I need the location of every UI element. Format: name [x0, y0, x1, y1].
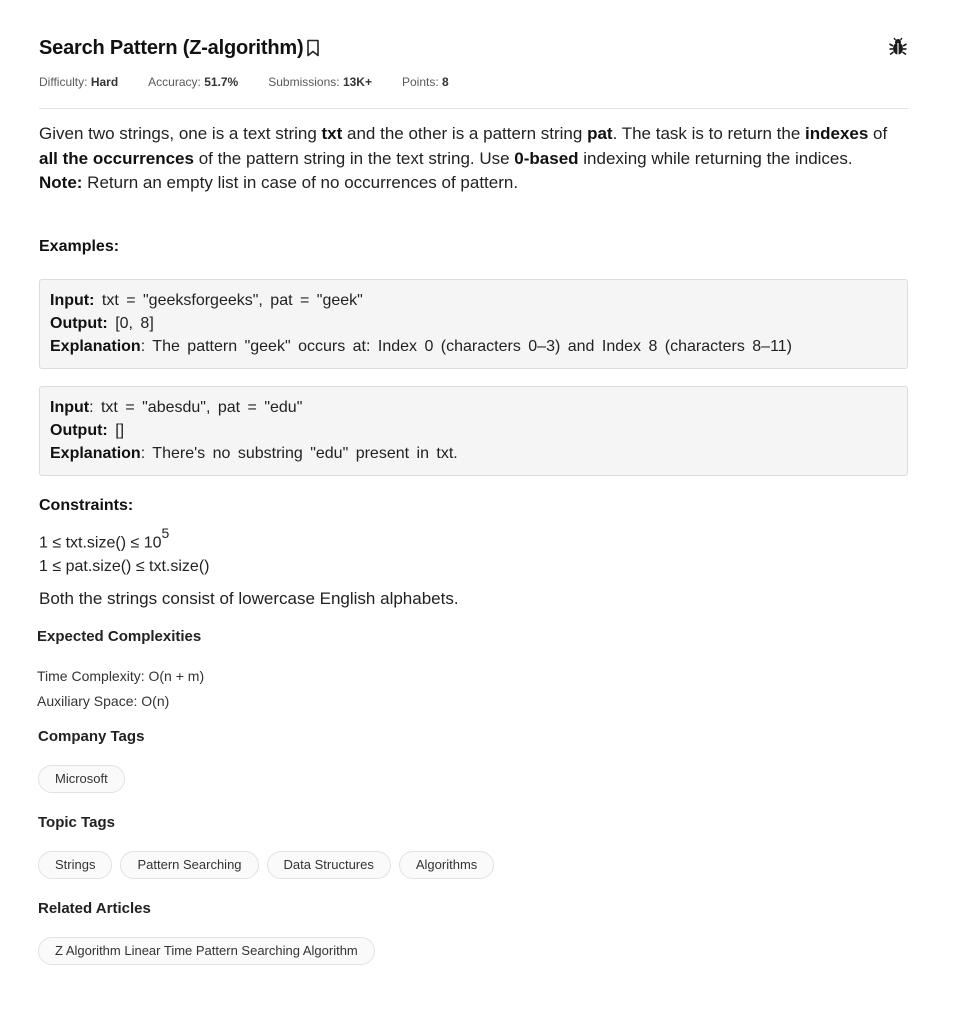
accuracy-value: 51.7%	[204, 75, 239, 89]
accuracy-stat: Accuracy: 51.7%	[148, 75, 238, 89]
constraint-1: 1 ≤ txt.size() ≤ 105	[39, 525, 170, 552]
title-row: Search Pattern (Z-algorithm)	[39, 34, 908, 62]
bug-icon[interactable]	[888, 37, 908, 57]
company-tags-heading: Company Tags	[38, 728, 145, 745]
input-label: Input:	[50, 292, 95, 309]
explanation-text: : The pattern "geek" occurs at: Index 0 …	[140, 338, 793, 355]
problem-page: Search Pattern (Z-algorithm) Difficulty:…	[0, 0, 953, 1009]
auxiliary-space: Auxiliary Space: O(n)	[37, 693, 170, 709]
note-label: Note:	[39, 173, 83, 192]
output-value: [0, 8]	[107, 315, 154, 332]
desc-text-3: . The task is to return the	[612, 124, 806, 143]
submissions-label: Submissions:	[268, 75, 340, 89]
company-tags-list: Microsoft	[38, 765, 125, 793]
problem-title: Search Pattern (Z-algorithm)	[39, 36, 304, 59]
constraint-1-text: 1 ≤ txt.size() ≤ 10	[39, 534, 162, 552]
note-text: Return an empty list in case of no occur…	[82, 173, 519, 192]
example-2-output: Output: []	[50, 419, 897, 442]
submissions-value: 13K+	[342, 75, 372, 89]
desc-text-5: of the pattern string in the text string…	[193, 148, 515, 168]
constraint-1-exponent: 5	[161, 525, 170, 541]
problem-header: Search Pattern (Z-algorithm) Difficulty:…	[39, 34, 908, 89]
topic-tags-list: Strings Pattern Searching Data Structure…	[38, 851, 495, 879]
accuracy-label: Accuracy:	[148, 75, 201, 89]
desc-zero-based: 0-based	[514, 148, 579, 168]
points-value: 8	[442, 75, 449, 89]
input-value: txt = "geeksforgeeks", pat = "geek"	[94, 292, 363, 309]
points-label: Points:	[401, 75, 439, 89]
example-2-explanation: Explanation: There's no substring "edu" …	[50, 442, 897, 465]
desc-text-6: indexing while returning the indices.	[578, 148, 853, 168]
explanation-label: Explanation	[50, 445, 141, 462]
explanation-text: : There's no substring "edu" present in …	[140, 445, 458, 462]
desc-pat: pat	[587, 124, 613, 143]
points-stat: Points: 8	[402, 75, 449, 89]
difficulty-label: Difficulty:	[39, 75, 88, 89]
constraints-heading: Constraints:	[39, 497, 134, 514]
difficulty-stat: Difficulty: Hard	[39, 75, 118, 89]
topic-tags-heading: Topic Tags	[38, 814, 115, 831]
example-1-input: Input: txt = "geeksforgeeks", pat = "gee…	[50, 289, 897, 312]
topic-tag-pattern-searching[interactable]: Pattern Searching	[120, 851, 259, 879]
constraint-3: Both the strings consist of lowercase En…	[39, 589, 459, 608]
explanation-label: Explanation	[50, 338, 141, 355]
example-2: Input: txt = "abesdu", pat = "edu" Outpu…	[39, 386, 908, 476]
example-2-input: Input: txt = "abesdu", pat = "edu"	[50, 396, 897, 419]
example-1: Input: txt = "geeksforgeeks", pat = "gee…	[39, 279, 908, 369]
company-tag[interactable]: Microsoft	[38, 765, 125, 793]
desc-indexes: indexes	[805, 124, 869, 143]
related-articles-list: Z Algorithm Linear Time Pattern Searchin…	[38, 937, 375, 965]
time-complexity: Time Complexity: O(n + m)	[37, 668, 205, 684]
example-1-explanation: Explanation: The pattern "geek" occurs a…	[50, 335, 897, 358]
example-1-output: Output: [0, 8]	[50, 312, 897, 335]
input-value: : txt = "abesdu", pat = "edu"	[89, 399, 303, 416]
output-value: []	[107, 422, 125, 439]
desc-txt: txt	[321, 124, 343, 143]
topic-tag-data-structures[interactable]: Data Structures	[266, 851, 391, 879]
output-label: Output:	[50, 315, 108, 332]
problem-description: Given two strings, one is a text string …	[39, 122, 899, 196]
output-label: Output:	[50, 422, 108, 439]
submissions-stat: Submissions: 13K+	[268, 75, 372, 89]
header-divider	[39, 108, 908, 109]
topic-tag-strings[interactable]: Strings	[38, 851, 113, 879]
input-label: Input	[50, 399, 90, 416]
complexities-heading: Expected Complexities	[37, 628, 202, 645]
problem-meta: Difficulty: Hard Accuracy: 51.7% Submiss…	[39, 75, 908, 89]
desc-all-occurrences: all the occurrences	[39, 148, 194, 168]
bookmark-icon[interactable]	[306, 39, 320, 57]
desc-text-2: and the other is a pattern string	[342, 124, 588, 143]
examples-heading: Examples:	[39, 238, 120, 255]
related-article-link[interactable]: Z Algorithm Linear Time Pattern Searchin…	[38, 937, 375, 965]
desc-text-1: Given two strings, one is a text string	[39, 124, 322, 143]
desc-text-4: of	[868, 124, 888, 143]
related-articles-heading: Related Articles	[38, 900, 151, 917]
difficulty-value: Hard	[90, 75, 119, 89]
constraint-2: 1 ≤ pat.size() ≤ txt.size()	[39, 558, 210, 575]
topic-tag-algorithms[interactable]: Algorithms	[398, 851, 495, 879]
